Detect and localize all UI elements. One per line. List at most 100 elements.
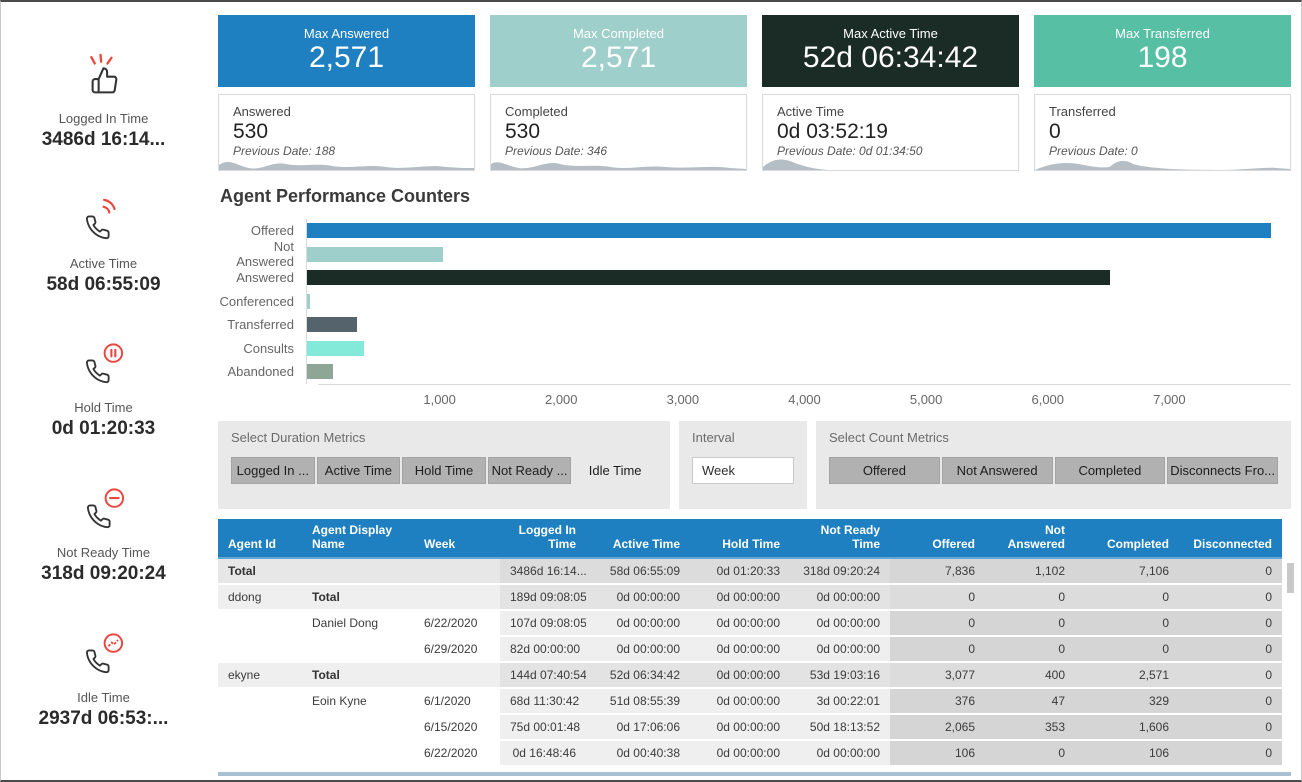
current-card-transferred: Transferred0Previous Date: 0 — [1034, 94, 1291, 171]
cell-week — [414, 662, 500, 688]
count-metrics-label: Select Count Metrics — [829, 430, 1278, 445]
kpi-value: 2937d 06:53:... — [39, 708, 169, 730]
cell-offered: 7,836 — [890, 558, 985, 584]
chart-plot-area: OfferedNot AnsweredAnsweredConferencedTr… — [218, 219, 1291, 384]
cell-disconnected: 0 — [1179, 662, 1282, 688]
cell-completed: 2,571 — [1075, 662, 1179, 688]
cell-not-answered: 353 — [985, 714, 1075, 740]
duration-button-hold-time[interactable]: Hold Time — [402, 457, 486, 484]
agent-performance-chart: Agent Performance Counters OfferedNot An… — [218, 186, 1291, 409]
cell-hold-time: 0d 00:00:00 — [690, 636, 790, 662]
cell-week: 6/22/2020 — [414, 740, 500, 766]
column-header-week[interactable]: Week — [414, 519, 500, 558]
thumbs-up-burst-icon — [81, 52, 127, 98]
chart-row-abandoned: Abandoned — [218, 360, 1291, 384]
column-header-not-ready-time[interactable]: Not Ready Time — [790, 519, 890, 558]
count-button-offered[interactable]: Offered — [829, 457, 940, 484]
cell-disconnected: 0 — [1179, 610, 1282, 636]
column-header-disconnected[interactable]: Disconnected — [1179, 519, 1282, 558]
count-button-not-answered[interactable]: Not Answered — [942, 457, 1053, 484]
cell-completed: 7,106 — [1075, 558, 1179, 584]
column-header-active-time[interactable]: Active Time — [586, 519, 690, 558]
cell-active-time: 0d 00:00:00 — [586, 636, 690, 662]
cell-week: 6/15/2020 — [414, 714, 500, 740]
table-row[interactable]: 6/29/202082d 00:00:000d 00:00:000d 00:00… — [218, 636, 1282, 662]
duration-metrics-label: Select Duration Metrics — [231, 430, 657, 445]
current-card-completed: Completed530Previous Date: 346 — [490, 94, 747, 171]
x-tick-1000: 1,000 — [423, 392, 456, 407]
card-value: 2,571 — [309, 41, 384, 76]
cell-not-ready-time: 0d 00:00:00 — [790, 740, 890, 766]
table-row[interactable]: ddongTotal189d 09:08:050d 00:00:000d 00:… — [218, 584, 1282, 610]
duration-button-logged-in[interactable]: Logged In ... — [231, 457, 315, 484]
duration-button-not-ready[interactable]: Not Ready ... — [488, 457, 572, 484]
table-horizontal-scrollbar[interactable] — [218, 772, 1291, 776]
column-header-not-answered[interactable]: Not Answered — [985, 519, 1075, 558]
count-metrics-panel: Select Count Metrics OfferedNot Answered… — [816, 421, 1291, 509]
bar-track — [306, 290, 1291, 314]
cell-agent-id — [218, 610, 302, 636]
bar-consults[interactable] — [307, 341, 364, 356]
cell-disconnected: 0 — [1179, 740, 1282, 766]
table-row[interactable]: ekyneTotal144d 07:40:5452d 06:34:420d 00… — [218, 662, 1282, 688]
max-card-max-active-time: Max Active Time52d 06:34:42 — [762, 15, 1019, 87]
table-row[interactable]: Total3486d 16:14...58d 06:55:090d 01:20:… — [218, 558, 1282, 584]
kpi-value: 3486d 16:14... — [42, 129, 166, 151]
column-header-agent-display-name[interactable]: Agent Display Name — [302, 519, 414, 558]
cell-week: 6/1/2020 — [414, 688, 500, 714]
bar-track — [306, 313, 1291, 337]
bar-abandoned[interactable] — [307, 364, 333, 379]
card-title: Max Completed — [573, 26, 664, 41]
bar-not-answered[interactable] — [307, 247, 443, 262]
cell-disconnected: 0 — [1179, 688, 1282, 714]
cell-offered: 0 — [890, 636, 985, 662]
agent-performance-table: Agent IdAgent Display NameWeekLogged In … — [218, 519, 1291, 767]
bar-offered[interactable] — [307, 223, 1271, 238]
column-header-hold-time[interactable]: Hold Time — [690, 519, 790, 558]
count-button-disconnects-fro[interactable]: Disconnects Fro... — [1167, 457, 1278, 484]
current-card-answered: Answered530Previous Date: 188 — [218, 94, 475, 171]
cell-active-time: 51d 08:55:39 — [586, 688, 690, 714]
scrollbar-thumb[interactable] — [1287, 563, 1294, 593]
cell-offered: 0 — [890, 584, 985, 610]
table-row[interactable]: Eoin Kyne6/1/202068d 11:30:4251d 08:55:3… — [218, 688, 1282, 714]
bar-transferred[interactable] — [307, 317, 357, 332]
table-row[interactable]: Daniel Dong6/22/2020107d 09:08:050d 00:0… — [218, 610, 1282, 636]
cell-active-time: 0d 00:40:38 — [586, 740, 690, 766]
duration-button-idle-time[interactable]: Idle Time — [573, 457, 657, 484]
cell-hold-time: 0d 00:00:00 — [690, 610, 790, 636]
cell-not-ready-time: 53d 19:03:16 — [790, 662, 890, 688]
column-header-agent-id[interactable]: Agent Id — [218, 519, 302, 558]
max-card-max-transferred: Max Transferred198 — [1034, 15, 1291, 87]
cell-disconnected: 0 — [1179, 714, 1282, 740]
interval-select[interactable]: Week — [692, 457, 794, 484]
column-header-completed[interactable]: Completed — [1075, 519, 1179, 558]
category-label: Conferenced — [218, 294, 306, 309]
cell-logged-in-time: 189d 09:08:05 — [500, 584, 586, 610]
cell-not-ready-time: 0d 00:00:00 — [790, 584, 890, 610]
cell-hold-time: 0d 00:00:00 — [690, 584, 790, 610]
cell-not-ready-time: 50d 18:13:52 — [790, 714, 890, 740]
table-row[interactable]: 6/15/202075d 00:01:480d 17:06:060d 00:00… — [218, 714, 1282, 740]
cell-active-time: 52d 06:34:42 — [586, 662, 690, 688]
table-vertical-scrollbar[interactable] — [1287, 563, 1294, 769]
bar-answered[interactable] — [307, 270, 1110, 285]
duration-button-active-time[interactable]: Active Time — [317, 457, 401, 484]
sparkline-icon — [491, 155, 746, 170]
x-tick-6000: 6,000 — [1031, 392, 1064, 407]
bar-conferenced[interactable] — [307, 294, 310, 309]
bar-track — [306, 243, 1291, 267]
column-header-logged-in-time[interactable]: Logged In Time — [500, 519, 586, 558]
cell-agent-id — [218, 636, 302, 662]
card-label: Completed — [505, 104, 732, 119]
chart-x-axis: 1,0002,0003,0004,0005,0006,0007,000 — [318, 384, 1291, 409]
cell-agent-display-name: Daniel Dong — [302, 610, 414, 636]
filter-bar: Select Duration Metrics Logged In ...Act… — [218, 421, 1291, 509]
sparkline-icon — [219, 155, 474, 170]
count-button-completed[interactable]: Completed — [1055, 457, 1166, 484]
table-row[interactable]: 6/22/20200d 16:48:460d 00:40:380d 00:00:… — [218, 740, 1282, 766]
interval-label: Interval — [692, 430, 794, 445]
phone-not-ready-icon — [81, 486, 127, 532]
cell-week: 6/22/2020 — [414, 610, 500, 636]
column-header-offered[interactable]: Offered — [890, 519, 985, 558]
